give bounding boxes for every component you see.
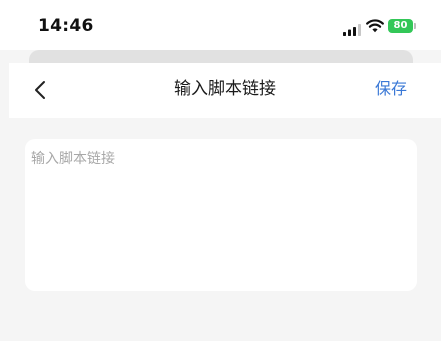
navigation-bar: 输入脚本链接 保存 [9, 63, 441, 118]
script-link-input[interactable] [25, 139, 417, 291]
status-bar: 14:46 80 [0, 0, 441, 50]
wifi-icon [366, 18, 384, 33]
status-time: 14:46 [38, 16, 94, 36]
battery-cap [414, 23, 416, 29]
save-button[interactable]: 保存 [375, 78, 407, 100]
battery-level: 80 [388, 19, 413, 33]
link-input-card [25, 139, 417, 291]
cellular-signal-icon [343, 21, 361, 36]
sheet-background-edge [29, 50, 413, 63]
battery-icon: 80 [388, 19, 418, 33]
